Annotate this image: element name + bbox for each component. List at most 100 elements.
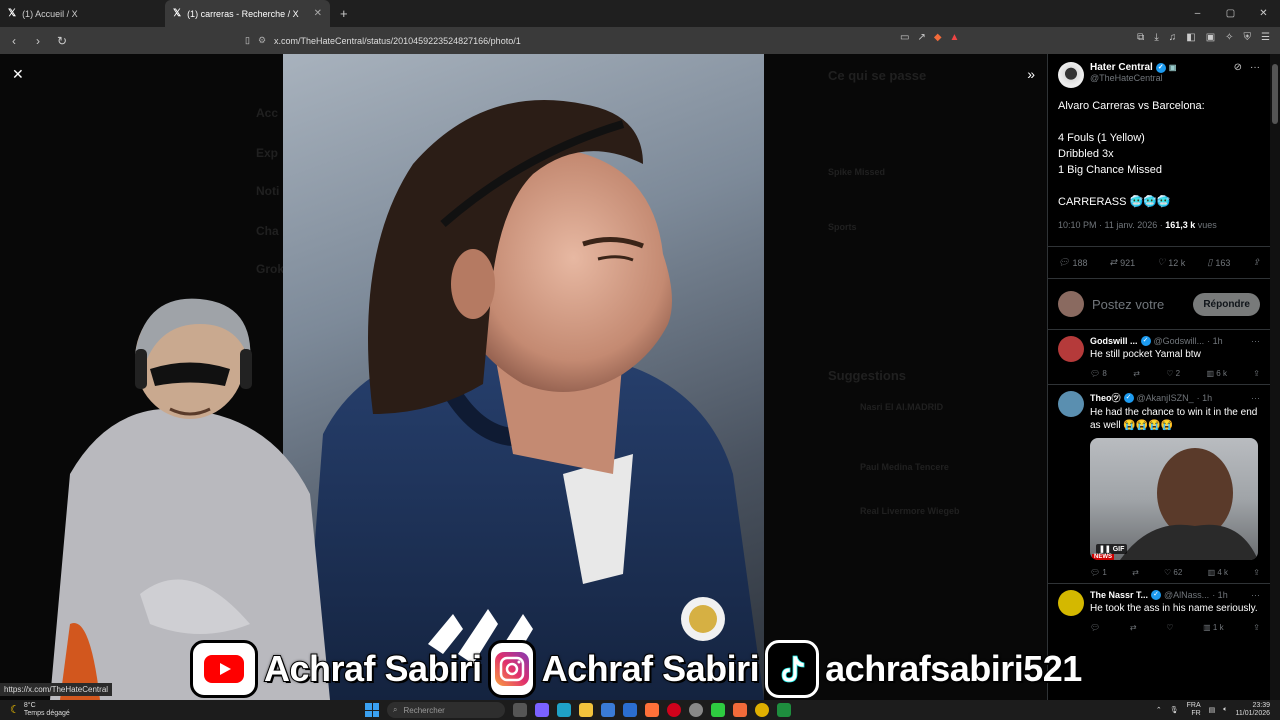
reply-input[interactable]: Postez votre xyxy=(1092,297,1164,312)
tab-home[interactable]: 𝕏 (1) Accueil / X xyxy=(0,0,165,27)
edge-icon[interactable] xyxy=(557,703,571,717)
clock[interactable]: 23:39 11/01/2026 xyxy=(1235,702,1270,718)
firefox-icon[interactable] xyxy=(645,703,659,717)
lang: FRA xyxy=(1186,702,1201,709)
reply-button[interactable]: 💬︎ 1 xyxy=(1090,568,1107,577)
music-icon[interactable]: ♫ xyxy=(1169,32,1177,43)
reply-button[interactable]: 💬︎ 8 xyxy=(1090,369,1107,378)
share-icon[interactable]: ⇪ xyxy=(1253,623,1260,632)
reply-button[interactable]: 💬︎ 188 xyxy=(1058,257,1087,268)
back-icon[interactable]: ‹ xyxy=(4,34,24,48)
more-icon[interactable]: ··· xyxy=(1250,62,1260,73)
reply-author-name[interactable]: Theo㋡ xyxy=(1090,391,1121,404)
like-button[interactable]: ♡ xyxy=(1166,623,1173,632)
store-icon[interactable] xyxy=(601,703,615,717)
reply-item[interactable]: Theo㋡ ✓ @AkanjISZN_ · 1h ··· He had the … xyxy=(1048,385,1270,584)
avatar[interactable] xyxy=(1058,62,1084,88)
network-icon[interactable]: ▤ xyxy=(1209,706,1216,714)
repost-button[interactable]: ⇄ xyxy=(1132,568,1139,577)
chevron-up-icon[interactable]: ⌃ xyxy=(1156,706,1162,714)
repost-button[interactable]: ⇄ xyxy=(1133,369,1140,378)
maximize-button[interactable]: ▢ xyxy=(1214,0,1247,27)
more-icon[interactable]: ··· xyxy=(1251,336,1260,346)
app-icon[interactable] xyxy=(777,703,791,717)
repost-button[interactable]: ⇄ 921 xyxy=(1110,257,1136,268)
grok-icon[interactable]: ⊘ xyxy=(1234,62,1242,73)
share-icon[interactable]: ↗ xyxy=(917,32,925,43)
views-button[interactable]: ▥ 1 k xyxy=(1203,623,1223,632)
brave-shield-icon[interactable]: ◆ xyxy=(934,32,942,43)
like-button[interactable]: ♡ 2 xyxy=(1166,369,1180,378)
views-button[interactable]: ▥ 4 k xyxy=(1208,568,1228,577)
repost-icon: ⇄ xyxy=(1109,257,1118,267)
repost-button[interactable]: ⇄ xyxy=(1130,623,1137,632)
download-icon[interactable]: ⤓ xyxy=(1154,32,1158,43)
bookmark-icon[interactable]: ▯ xyxy=(245,35,250,46)
new-tab-button[interactable]: + xyxy=(340,6,348,21)
reload-icon[interactable]: ↻ xyxy=(52,34,72,48)
rewards-icon[interactable]: ▲ xyxy=(950,32,960,43)
avatar[interactable] xyxy=(1058,336,1084,362)
file-explorer-icon[interactable] xyxy=(579,703,593,717)
forward-icon[interactable]: › xyxy=(28,34,48,48)
like-button[interactable]: ♡ 62 xyxy=(1164,568,1182,577)
avatar[interactable] xyxy=(1058,590,1084,616)
task-view-icon[interactable] xyxy=(513,703,527,717)
cast-icon[interactable]: ▭ xyxy=(900,32,909,43)
microphone-icon[interactable]: 🎙︎ xyxy=(1170,706,1179,714)
youtube-channel-name: Achraf Sabiri xyxy=(263,647,483,690)
reply-item[interactable]: Godswill ... ✓ @Godswill... · 1h ··· He … xyxy=(1048,330,1270,385)
close-window-button[interactable]: ✕ xyxy=(1247,0,1280,27)
site-info-icon[interactable]: ⚙ xyxy=(258,35,266,46)
bookmark-button[interactable]: ▯ 163 xyxy=(1207,257,1230,268)
avatar[interactable] xyxy=(1058,391,1084,417)
menu-icon[interactable]: ☰ xyxy=(1261,32,1270,43)
reply-author-name[interactable]: Godswill ... xyxy=(1090,336,1138,346)
address-bar[interactable]: ▯ ⚙ x.com/TheHateCentral/status/20104592… xyxy=(245,30,990,51)
reply-author-name[interactable]: The Nassr T... xyxy=(1090,590,1148,600)
language-indicator[interactable]: FRA FR xyxy=(1187,702,1201,718)
tweet-time[interactable]: 10:10 PM · 11 janv. 2026 · xyxy=(1058,220,1165,230)
close-viewer-icon[interactable]: ✕ xyxy=(12,66,24,83)
mail-icon[interactable] xyxy=(623,703,637,717)
verified-badge-icon: ✓ xyxy=(1151,590,1162,600)
settings-icon[interactable] xyxy=(689,703,703,717)
chrome-icon[interactable] xyxy=(755,703,769,717)
brave-icon[interactable] xyxy=(733,703,747,717)
views-button[interactable]: ▥ 6 k xyxy=(1206,369,1226,378)
youtube-icon xyxy=(190,640,258,698)
scrollbar-thumb[interactable] xyxy=(1272,64,1278,124)
vpn-icon[interactable]: ⛨ xyxy=(1244,32,1252,43)
close-tab-icon[interactable]: ✕ xyxy=(314,8,322,19)
more-icon[interactable]: ··· xyxy=(1251,590,1260,600)
collapse-sidebar-icon[interactable]: » xyxy=(1027,66,1035,82)
author-handle[interactable]: @TheHateCentral xyxy=(1090,73,1176,83)
tweet-photo[interactable] xyxy=(283,54,764,700)
weather-widget[interactable]: ☾ 8°C Temps dégagé xyxy=(0,702,70,718)
minimize-button[interactable]: – xyxy=(1181,0,1214,27)
more-icon[interactable]: ··· xyxy=(1251,393,1260,403)
taskbar-search[interactable]: ⌕ Rechercher xyxy=(387,702,505,718)
reply-button[interactable]: 💬︎ xyxy=(1090,623,1100,632)
volume-icon[interactable]: 🔈︎ xyxy=(1223,706,1227,714)
tabs-icon[interactable]: ⧉ xyxy=(1137,32,1144,43)
author-name-row[interactable]: Hater Central ✓ ▣ xyxy=(1090,62,1176,73)
start-button-icon[interactable] xyxy=(365,703,379,717)
reply-icon: 💬︎ xyxy=(1058,257,1070,267)
copilot-icon[interactable] xyxy=(535,703,549,717)
tab-search[interactable]: 𝕏 (1) carreras - Recherche / X ✕ xyxy=(165,0,330,27)
like-button[interactable]: ♡ 12 k xyxy=(1157,257,1185,268)
reply-item[interactable]: The Nassr T... ✓ @AlNass... · 1h ··· He … xyxy=(1048,584,1270,638)
reply-gif[interactable]: ❚❚ GIF NEWS xyxy=(1090,438,1258,560)
share-icon[interactable]: ⇪ xyxy=(1253,369,1260,378)
views-count: 4 k xyxy=(1217,568,1229,577)
reply-submit-button[interactable]: Répondre xyxy=(1193,292,1260,316)
opera-icon[interactable] xyxy=(667,703,681,717)
media-player-icon[interactable] xyxy=(711,703,725,717)
ai-icon[interactable]: ✧ xyxy=(1225,32,1233,43)
sidebar-icon[interactable]: ◧ xyxy=(1186,32,1195,43)
share-icon[interactable]: ⇪ xyxy=(1253,568,1260,577)
scrollbar[interactable] xyxy=(1270,54,1280,700)
wallet-icon[interactable]: ▣ xyxy=(1206,32,1215,43)
share-button[interactable]: ⇪ xyxy=(1252,257,1260,268)
